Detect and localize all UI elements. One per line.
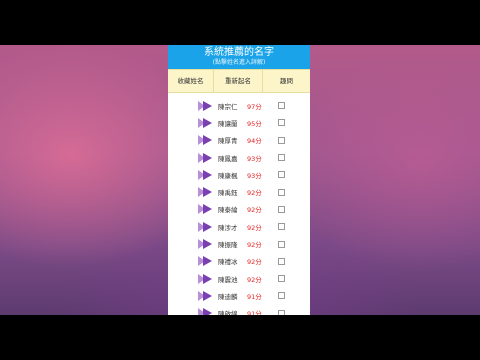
play-arrow-icon: [198, 135, 212, 146]
list-item[interactable]: 陳康楓 93分: [168, 166, 310, 183]
favorite-checkbox[interactable]: [278, 205, 285, 213]
page-title: 系統推薦的名字: [204, 47, 274, 58]
name-score: 92分: [247, 189, 262, 198]
play-arrow-icon: [198, 308, 212, 315]
page-subtitle: (點擊姓名進入詳解): [212, 59, 266, 66]
list-item[interactable]: 陳讓蘭 95分: [168, 114, 310, 131]
name-score: 95分: [247, 119, 262, 128]
play-arrow-icon: [198, 290, 212, 301]
favorite-checkbox[interactable]: [278, 309, 285, 315]
collect-names-button[interactable]: 收藏姓名: [168, 70, 213, 92]
play-arrow-icon: [198, 204, 212, 215]
list-item[interactable]: 陳泰綸 92分: [168, 201, 310, 218]
name-score: 92分: [247, 223, 262, 232]
favorite-checkbox[interactable]: [278, 257, 285, 265]
play-arrow-icon: [198, 169, 212, 180]
play-arrow-icon: [198, 187, 212, 198]
name-recommendation-panel: 系統推薦的名字 (點擊姓名進入詳解) 收藏姓名 重新起名 趣問 陳宗仁 97分 陳讓…: [168, 45, 310, 315]
list-item[interactable]: 陳涉才 92分: [168, 218, 310, 235]
name-link[interactable]: 陳涉才: [218, 222, 240, 232]
name-link[interactable]: 陳震池: [218, 274, 240, 284]
list-item[interactable]: 陳禮冰 92分: [168, 253, 310, 270]
favorite-checkbox[interactable]: [278, 223, 285, 231]
list-item[interactable]: 陳迪麟 91分: [168, 287, 310, 304]
name-link[interactable]: 陳禮冰: [218, 256, 240, 266]
name-score: 97分: [247, 102, 262, 111]
list-item[interactable]: 陳震池 92分: [168, 270, 310, 287]
favorite-checkbox[interactable]: [278, 154, 285, 162]
name-score: 92分: [247, 206, 262, 215]
name-link[interactable]: 陳泰綸: [218, 204, 240, 214]
list-item[interactable]: 陳宗仁 97分: [168, 97, 310, 114]
name-link[interactable]: 陳振隆: [218, 239, 240, 249]
name-score: 92分: [247, 275, 262, 284]
play-arrow-icon: [198, 239, 212, 250]
list-item[interactable]: 陳振隆 92分: [168, 235, 310, 252]
favorite-checkbox[interactable]: [278, 136, 285, 144]
name-score: 93分: [247, 171, 262, 180]
name-list: 陳宗仁 97分 陳讓蘭 95分 陳厚青 94分 陳鳳嘉 93分 陳康楓 93分 陳禹鈺 92分 陳泰綸 9…: [168, 97, 310, 315]
list-item[interactable]: 陳厚青 94分: [168, 132, 310, 149]
favorite-checkbox[interactable]: [278, 275, 285, 283]
name-link[interactable]: 陳宗仁: [218, 101, 240, 111]
favorite-checkbox[interactable]: [278, 188, 285, 196]
ask-button[interactable]: 趣問: [263, 70, 310, 92]
name-link[interactable]: 陳讓蘭: [218, 118, 240, 128]
favorite-checkbox[interactable]: [278, 119, 285, 127]
favorite-checkbox[interactable]: [278, 292, 285, 300]
name-score: 91分: [247, 310, 262, 315]
name-link[interactable]: 陳迪麟: [218, 291, 240, 301]
rename-button[interactable]: 重新起名: [213, 70, 263, 92]
name-link[interactable]: 陳厚青: [218, 135, 240, 145]
name-link[interactable]: 陳鳳嘉: [218, 153, 240, 163]
title-bar: 系統推薦的名字 (點擊姓名進入詳解): [168, 45, 310, 69]
play-arrow-icon: [198, 100, 212, 111]
list-item[interactable]: 陳啟綿 91分: [168, 305, 310, 315]
name-score: 92分: [247, 241, 262, 250]
name-link[interactable]: 陳康楓: [218, 170, 240, 180]
favorite-checkbox[interactable]: [278, 240, 285, 248]
name-score: 93分: [247, 154, 262, 163]
name-score: 94分: [247, 137, 262, 146]
name-score: 91分: [247, 292, 262, 301]
name-link[interactable]: 陳禹鈺: [218, 187, 240, 197]
list-item[interactable]: 陳禹鈺 92分: [168, 183, 310, 200]
list-item[interactable]: 陳鳳嘉 93分: [168, 149, 310, 166]
play-arrow-icon: [198, 117, 212, 128]
play-arrow-icon: [198, 152, 212, 163]
play-arrow-icon: [198, 221, 212, 232]
favorite-checkbox[interactable]: [278, 171, 285, 179]
table-header: 收藏姓名 重新起名 趣問: [168, 69, 310, 93]
favorite-checkbox[interactable]: [278, 102, 285, 110]
play-arrow-icon: [198, 256, 212, 267]
name-score: 92分: [247, 258, 262, 267]
play-arrow-icon: [198, 273, 212, 284]
name-link[interactable]: 陳啟綿: [218, 308, 240, 315]
